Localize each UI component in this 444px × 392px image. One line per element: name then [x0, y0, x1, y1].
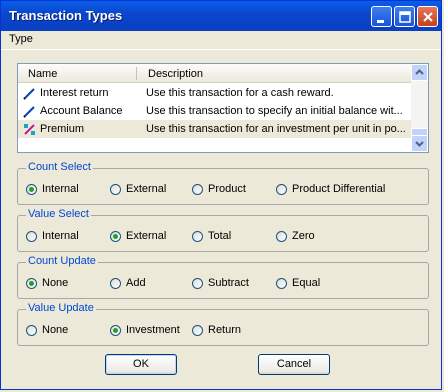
menu-type[interactable]: Type	[9, 33, 33, 45]
list-item[interactable]: Account Balance Use this transaction to …	[18, 102, 411, 120]
list-header: Name Description	[18, 64, 411, 83]
count-select-group: Count Select Internal External Product P…	[17, 161, 429, 205]
maximize-button[interactable]	[394, 6, 415, 27]
menu-divider	[1, 49, 441, 50]
pencil-magenta-icon	[24, 124, 35, 135]
group-label: Count Update	[26, 255, 98, 267]
scroll-down-button[interactable]	[411, 135, 428, 152]
cancel-button[interactable]: Cancel	[258, 354, 330, 375]
close-icon	[423, 12, 433, 22]
group-label: Value Select	[26, 208, 91, 220]
chevron-up-icon	[415, 69, 424, 75]
minimize-icon	[377, 20, 384, 23]
column-description[interactable]: Description	[148, 68, 203, 80]
maximize-icon	[399, 11, 411, 23]
minimize-button[interactable]	[371, 6, 392, 27]
column-name[interactable]: Name	[28, 68, 57, 80]
count-update-group: Count Update None Add Subtract Equal	[17, 255, 429, 299]
pencil-icon	[23, 88, 35, 100]
list-item[interactable]: Interest return Use this transaction for…	[18, 84, 411, 102]
group-label: Count Select	[26, 161, 93, 173]
column-divider[interactable]	[136, 67, 137, 80]
title-bar[interactable]: Transaction Types	[1, 1, 441, 31]
transaction-list[interactable]: Name Description Interest return Use thi…	[17, 63, 429, 153]
chevron-down-icon	[415, 141, 424, 147]
list-item[interactable]: Premium Use this transaction for an inve…	[18, 120, 411, 138]
pencil-icon	[23, 106, 35, 118]
menu-bar: Type	[1, 31, 441, 49]
close-button[interactable]	[417, 6, 438, 27]
value-update-group: Value Update None Investment Return	[17, 302, 429, 346]
list-scrollbar[interactable]	[411, 64, 428, 152]
ok-button[interactable]: OK	[105, 354, 177, 375]
group-label: Value Update	[26, 302, 96, 314]
transaction-types-window: Transaction Types Type Name Description …	[0, 0, 442, 390]
value-select-group: Value Select Internal External Total Zer…	[17, 208, 429, 252]
scroll-up-button[interactable]	[411, 64, 428, 81]
window-title: Transaction Types	[9, 8, 123, 23]
